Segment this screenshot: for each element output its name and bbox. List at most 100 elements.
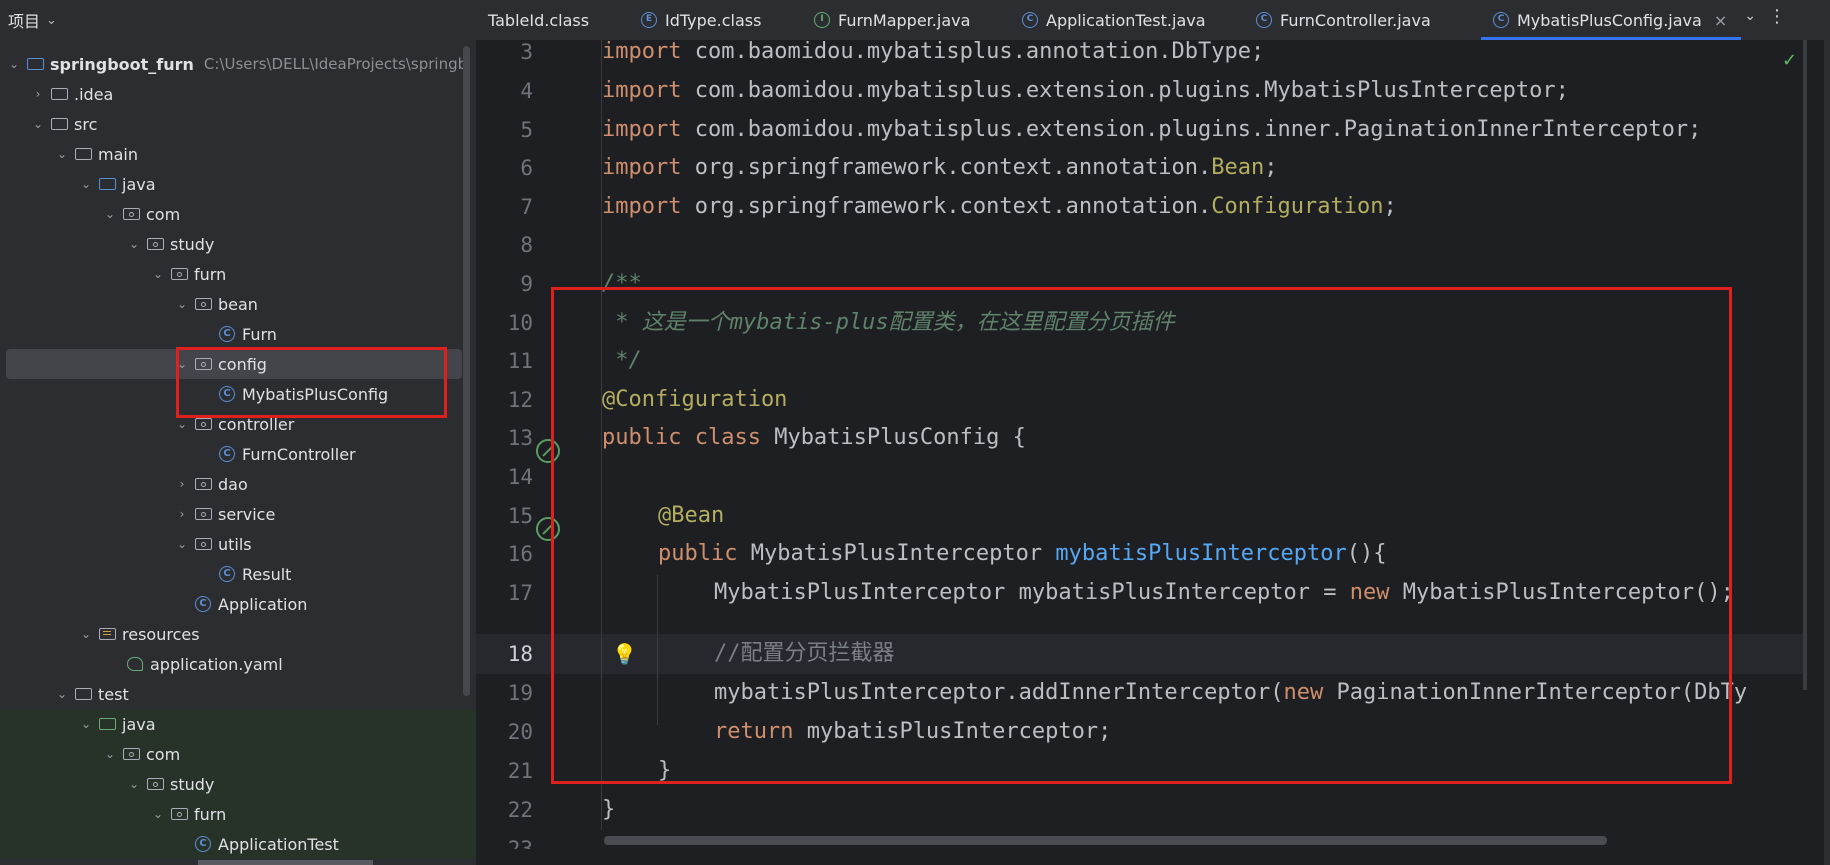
tree-item-furn[interactable]: ⌄ furn [0, 259, 476, 289]
tree-item-applicationtest[interactable]: C ApplicationTest [0, 829, 476, 859]
chevron-down-icon[interactable]: ⌄ [30, 117, 46, 131]
code-line-3[interactable]: import com.baomidou.mybatisplus.annotati… [602, 32, 1264, 72]
interface-icon: I [814, 12, 830, 28]
code-line-12[interactable]: @Configuration [602, 380, 787, 420]
chevron-down-icon[interactable]: ⌄ [174, 417, 190, 431]
class-icon: C [218, 566, 238, 582]
chevron-down-icon[interactable]: ⌄ [150, 807, 166, 821]
tree-item-com[interactable]: ⌄ com [0, 199, 476, 229]
current-line-highlight [476, 634, 1806, 674]
chevron-down-icon[interactable]: ⌄ [126, 777, 142, 791]
code-line-13[interactable]: public class MybatisPlusConfig { [602, 418, 1026, 458]
tree-item-test-furn[interactable]: ⌄ furn [0, 799, 476, 829]
code-editor: TableId.class E IdType.class I FurnMappe… [476, 0, 1830, 865]
chevron-down-icon[interactable]: ⌄ [1744, 8, 1756, 24]
tree-item-test[interactable]: ⌄ test [0, 679, 476, 709]
tree-item-resources[interactable]: ⌄ resources [0, 619, 476, 649]
code-line-19[interactable]: mybatisPlusInterceptor.addInnerIntercept… [714, 673, 1747, 713]
close-icon[interactable]: × [1714, 11, 1727, 30]
project-horizontal-scrollbar[interactable] [198, 860, 373, 865]
more-options-icon[interactable]: ⋮ [1768, 6, 1786, 27]
code-line-7[interactable]: import org.springframework.context.annot… [602, 187, 1397, 227]
resources-folder-icon [98, 626, 118, 642]
tab-mybatisplusconfig[interactable]: C MybatisPlusConfig.java × [1481, 0, 1742, 40]
tree-item-dao[interactable]: › dao [0, 469, 476, 499]
tab-label: FurnMapper.java [838, 10, 971, 30]
chevron-down-icon[interactable]: ⌄ [102, 207, 118, 221]
tree-item-furn-class[interactable]: C Furn [0, 319, 476, 349]
project-tool-window: 项目 ⌄ ⌄ springboot_furn C:\Users\DELL\Ide… [0, 0, 476, 865]
code-line-20[interactable]: return mybatisPlusInterceptor; [714, 712, 1111, 752]
tree-item-test-java[interactable]: ⌄ java [0, 709, 476, 739]
tree-item-utils[interactable]: ⌄ utils [0, 529, 476, 559]
tree-item-label: java [122, 714, 156, 734]
line-number: 17 [507, 581, 533, 605]
tree-item-result[interactable]: C Result [0, 559, 476, 589]
chevron-down-icon[interactable]: ⌄ [78, 627, 94, 641]
chevron-down-icon[interactable]: ⌄ [6, 57, 22, 71]
spring-bean-navigate-icon[interactable] [536, 517, 560, 541]
code-token: MybatisPlusInterceptor [737, 541, 1056, 566]
chevron-down-icon[interactable]: ⌄ [102, 747, 118, 761]
tree-item-service[interactable]: › service [0, 499, 476, 529]
code-line-18[interactable]: //配置分页拦截器 [714, 634, 895, 674]
tree-item-study[interactable]: ⌄ study [0, 229, 476, 259]
annotation-type-token: Bean [1211, 155, 1265, 180]
tab-furncontroller[interactable]: C FurnController.java [1256, 0, 1431, 40]
folder-icon [50, 86, 70, 102]
tab-label: FurnController.java [1280, 10, 1431, 30]
project-view-selector[interactable]: 项目 ⌄ [0, 0, 476, 40]
code-line-4[interactable]: import com.baomidou.mybatisplus.extensio… [602, 71, 1569, 111]
code-line-22[interactable]: } [602, 790, 615, 830]
line-number: 6 [520, 156, 533, 180]
tree-item-test-com[interactable]: ⌄ com [0, 739, 476, 769]
tree-item-src[interactable]: ⌄ src [0, 109, 476, 139]
chevron-down-icon[interactable]: ⌄ [174, 537, 190, 551]
folder-icon [74, 146, 94, 162]
chevron-down-icon[interactable]: ⌄ [46, 13, 57, 28]
spring-bean-gutter-icon[interactable] [536, 439, 560, 463]
tree-item-label: FurnController [242, 444, 356, 464]
editor-horizontal-scrollbar[interactable] [604, 836, 1607, 845]
line-number: 19 [507, 681, 533, 705]
chevron-down-icon[interactable]: ⌄ [126, 237, 142, 251]
code-line-10[interactable]: * 这是一个mybatis-plus配置类，在这里配置分页插件 [602, 303, 1174, 343]
lightbulb-icon[interactable]: 💡 [612, 642, 637, 666]
tree-item-idea[interactable]: › .idea [0, 79, 476, 109]
chevron-down-icon[interactable]: ⌄ [174, 297, 190, 311]
inspection-ok-icon[interactable]: ✓ [1782, 50, 1797, 71]
code-line-21[interactable]: } [658, 751, 671, 791]
code-line-16[interactable]: public MybatisPlusInterceptor mybatisPlu… [658, 534, 1387, 574]
tree-item-mybatisplusconfig[interactable]: C MybatisPlusConfig [0, 379, 476, 409]
tree-item-application[interactable]: C Application [0, 589, 476, 619]
code-line-15[interactable]: @Bean [658, 496, 724, 536]
tree-item-label: controller [218, 414, 295, 434]
code-line-11[interactable]: */ [602, 341, 642, 381]
chevron-right-icon[interactable]: › [174, 507, 190, 521]
chevron-right-icon[interactable]: › [174, 477, 190, 491]
chevron-down-icon[interactable]: ⌄ [54, 147, 70, 161]
line-number: 4 [520, 79, 533, 103]
editor-vertical-scrollbar[interactable] [1803, 40, 1807, 690]
chevron-down-icon[interactable]: ⌄ [78, 177, 94, 191]
tree-item-controller[interactable]: ⌄ controller [0, 409, 476, 439]
tree-item-bean[interactable]: ⌄ bean [0, 289, 476, 319]
chevron-down-icon[interactable]: ⌄ [174, 357, 190, 371]
tab-label: MybatisPlusConfig.java [1517, 10, 1702, 30]
tree-item-test-study[interactable]: ⌄ study [0, 769, 476, 799]
code-line-5[interactable]: import com.baomidou.mybatisplus.extensio… [602, 110, 1701, 150]
code-line-17[interactable]: MybatisPlusInterceptor mybatisPlusInterc… [714, 573, 1734, 613]
tree-item-application-yaml[interactable]: application.yaml [0, 649, 476, 679]
tree-item-config[interactable]: ⌄ config [6, 349, 462, 379]
tree-item-root[interactable]: ⌄ springboot_furn C:\Users\DELL\IdeaProj… [0, 49, 476, 79]
tree-item-furncontroller[interactable]: C FurnController [0, 439, 476, 469]
code-line-6[interactable]: import org.springframework.context.annot… [602, 148, 1278, 188]
chevron-right-icon[interactable]: › [30, 87, 46, 101]
tree-item-main[interactable]: ⌄ main [0, 139, 476, 169]
tree-item-java[interactable]: ⌄ java [0, 169, 476, 199]
project-vertical-scrollbar[interactable] [463, 46, 470, 696]
code-line-9[interactable]: /** [602, 264, 642, 304]
chevron-down-icon[interactable]: ⌄ [54, 687, 70, 701]
chevron-down-icon[interactable]: ⌄ [150, 267, 166, 281]
chevron-down-icon[interactable]: ⌄ [78, 717, 94, 731]
